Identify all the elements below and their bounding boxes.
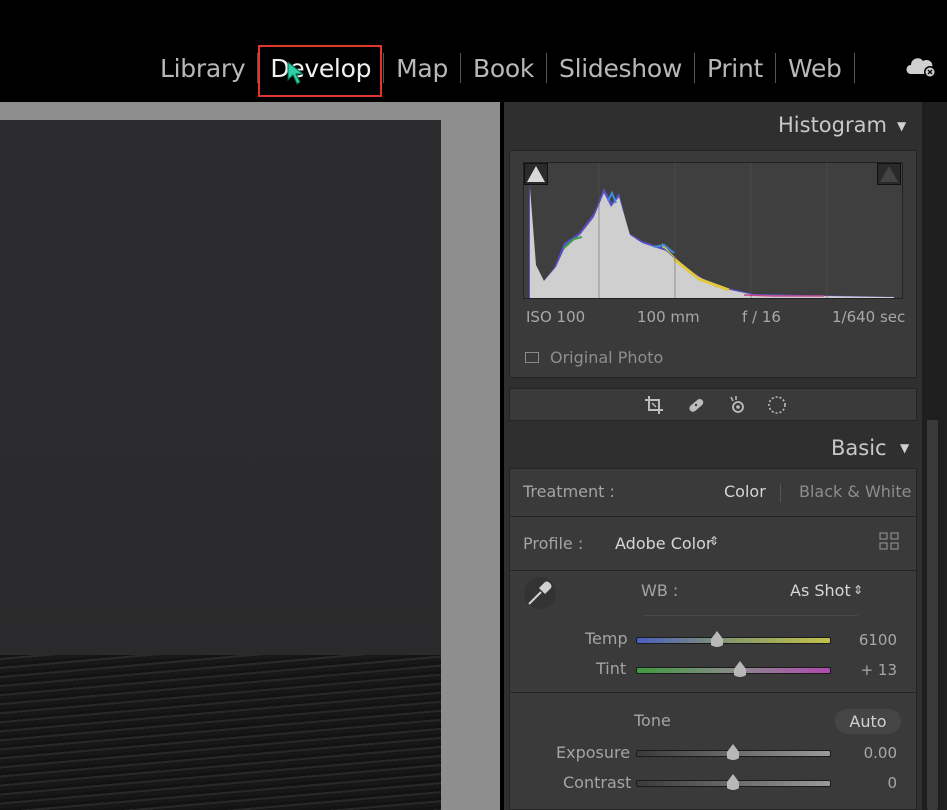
auto-tone-button[interactable]: Auto [835, 709, 901, 734]
scrollbar-thumb[interactable] [927, 420, 938, 810]
module-tabs: Library Develop Map Book Slideshow Print… [148, 46, 855, 90]
photo-preview[interactable] [0, 120, 441, 810]
contrast-label: Contrast [563, 773, 632, 792]
tab-slideshow[interactable]: Slideshow [547, 54, 694, 83]
tint-slider-thumb[interactable] [732, 661, 748, 679]
focal-length-readout: 100 mm [637, 308, 700, 326]
treatment-bw-option[interactable]: Black & White [799, 482, 911, 501]
eyedropper-icon[interactable] [523, 576, 557, 610]
cloud-sync-icon[interactable] [904, 52, 938, 80]
row-divider [509, 570, 917, 571]
original-photo-label[interactable]: Original Photo [550, 348, 663, 367]
row-divider [509, 516, 917, 517]
tab-print[interactable]: Print [695, 54, 775, 83]
wb-chevron-icon[interactable]: ⇕ [853, 583, 863, 597]
contrast-slider-thumb[interactable] [725, 774, 741, 792]
wb-dropdown[interactable]: As Shot [790, 581, 851, 600]
tab-book[interactable]: Book [461, 54, 546, 83]
temp-label: Temp [585, 629, 628, 648]
exposure-slider-thumb[interactable] [725, 744, 741, 762]
row-divider [509, 692, 917, 693]
exposure-value[interactable]: 0.00 [837, 744, 897, 762]
develop-highlight-box [258, 45, 382, 97]
tool-strip [509, 388, 917, 421]
module-picker-bar: Library Develop Map Book Slideshow Print… [0, 0, 947, 102]
exposure-label: Exposure [556, 743, 631, 762]
red-eye-icon[interactable] [728, 395, 748, 415]
profile-label: Profile : [523, 534, 584, 553]
histogram-curve [529, 163, 894, 298]
temp-value[interactable]: 6100 [837, 631, 897, 649]
shutter-readout: 1/640 sec [832, 308, 906, 326]
tab-web[interactable]: Web [776, 54, 854, 83]
original-photo-checkbox[interactable] [525, 352, 539, 363]
iso-readout: ISO 100 [526, 308, 586, 326]
profile-dropdown[interactable]: Adobe Color [615, 534, 712, 553]
tint-label: Tint [596, 659, 627, 678]
contrast-value[interactable]: 0 [837, 774, 897, 792]
triangle-up-icon [527, 166, 545, 182]
tone-label: Tone [634, 711, 671, 730]
wb-label: WB : [641, 581, 679, 600]
tab-separator [853, 53, 855, 83]
healing-icon[interactable] [686, 395, 706, 415]
basic-title[interactable]: Basic [831, 436, 887, 460]
tab-library[interactable]: Library [148, 54, 257, 83]
treatment-color-option[interactable]: Color [724, 482, 766, 501]
mouse-cursor-icon [287, 60, 305, 85]
basic-collapse-icon[interactable]: ▼ [900, 441, 909, 455]
temp-slider-track[interactable] [636, 637, 831, 644]
crop-icon[interactable] [644, 395, 664, 415]
triangle-up-icon [880, 166, 898, 182]
wb-divider [643, 615, 858, 616]
temp-slider-thumb[interactable] [709, 631, 725, 649]
tab-map[interactable]: Map [384, 54, 460, 83]
treatment-label: Treatment : [523, 482, 615, 501]
histogram-title[interactable]: Histogram [778, 113, 887, 137]
masking-icon[interactable] [767, 395, 787, 415]
profile-chevron-icon[interactable]: ⇕ [709, 534, 719, 548]
photo-sea-area [0, 655, 441, 810]
tint-value[interactable]: + 13 [837, 661, 897, 679]
shadow-clipping-toggle[interactable] [524, 163, 548, 185]
highlight-clipping-toggle[interactable] [877, 163, 901, 185]
aperture-readout: f / 16 [742, 308, 781, 326]
profile-browser-icon[interactable] [879, 532, 899, 550]
histogram-graph[interactable] [523, 162, 903, 299]
treatment-separator [780, 484, 781, 502]
histogram-collapse-icon[interactable]: ▼ [897, 119, 906, 133]
